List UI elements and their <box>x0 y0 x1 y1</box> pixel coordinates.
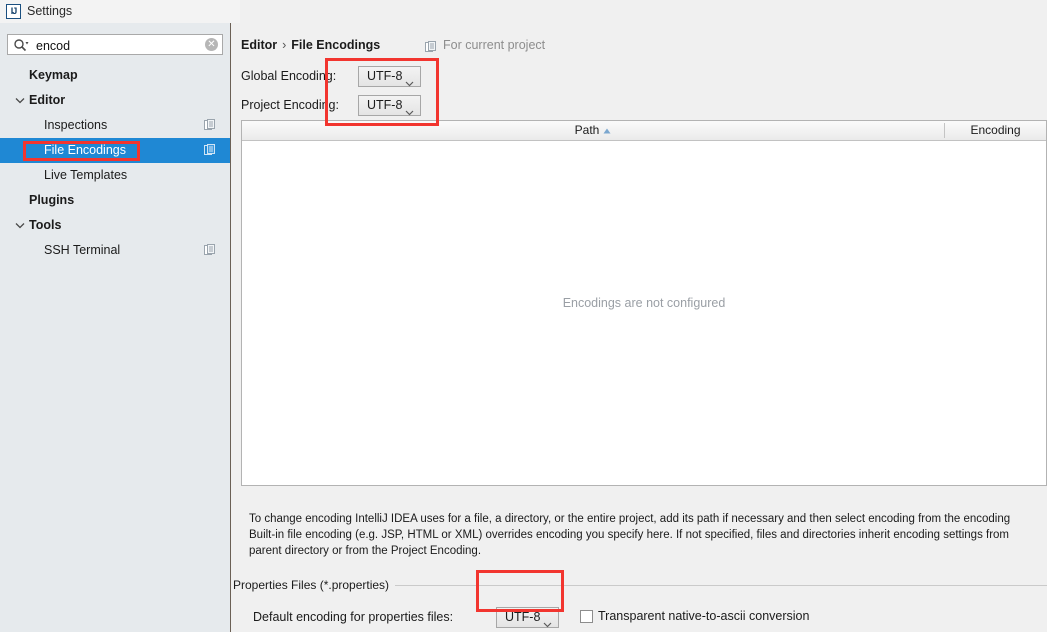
transparent-native-to-ascii-label: Transparent native-to-ascii conversion <box>598 609 810 623</box>
encodings-table[interactable]: Path Encoding Encodings are not configur… <box>241 120 1047 486</box>
settings-tree: Keymap Editor Inspections File Encodings… <box>0 63 230 263</box>
chevron-down-icon <box>543 615 552 628</box>
project-encoding-label: Project Encoding: <box>241 98 339 112</box>
settings-sidebar: ✕ Keymap Editor Inspections <box>0 23 231 632</box>
sidebar-item-label: File Encodings <box>44 143 126 157</box>
project-scope-icon <box>204 144 216 156</box>
transparent-native-to-ascii-checkbox[interactable] <box>580 610 593 623</box>
title-bar: IJ Settings <box>0 0 1047 23</box>
global-encoding-label: Global Encoding: <box>241 69 337 83</box>
search-icon[interactable] <box>13 38 29 52</box>
for-current-project-label: For current project <box>443 38 546 52</box>
sidebar-item-label: Live Templates <box>44 168 128 182</box>
description-line-2: Built-in file encoding (e.g. JSP, HTML o… <box>249 529 1010 541</box>
chevron-down-icon[interactable] <box>15 213 25 238</box>
sidebar-item-label: Tools <box>29 218 62 232</box>
window-title: Settings <box>27 4 73 18</box>
sidebar-item-plugins[interactable]: Plugins <box>0 188 230 213</box>
search-input[interactable] <box>34 35 203 56</box>
project-scope-icon <box>425 41 437 53</box>
properties-encoding-combobox[interactable]: UTF-8 <box>496 607 559 628</box>
settings-dialog-screenshot: response.setContentType("text/html; char… <box>0 0 1047 632</box>
sidebar-item-editor[interactable]: Editor <box>0 88 230 113</box>
sidebar-item-file-encodings[interactable]: File Encodings <box>0 138 230 163</box>
clear-icon[interactable]: ✕ <box>205 38 218 51</box>
breadcrumb-leaf: File Encodings <box>291 38 381 52</box>
sidebar-item-ssh-terminal[interactable]: SSH Terminal <box>0 238 230 263</box>
breadcrumb: Editor › File Encodings <box>241 38 380 52</box>
sidebar-item-live-templates[interactable]: Live Templates <box>0 163 230 188</box>
search-box[interactable]: ✕ <box>7 34 223 56</box>
sidebar-item-label: Editor <box>29 93 66 107</box>
intellij-idea-icon: IJ <box>6 4 21 19</box>
chevron-down-icon <box>405 74 414 87</box>
file-encodings-panel: Editor › File Encodings For current projec… <box>231 23 1047 632</box>
project-encoding-combobox[interactable]: UTF-8 <box>358 95 421 116</box>
sidebar-item-label: SSH Terminal <box>44 243 121 257</box>
chevron-down-icon <box>405 103 414 116</box>
settings-window: IJ Settings ✕ Keymap <box>0 0 1047 632</box>
default-encoding-label: Default encoding for properties files: <box>253 610 454 624</box>
table-empty-message: Encodings are not configured <box>562 296 726 310</box>
project-encoding-value: UTF-8 <box>367 98 403 112</box>
project-scope-icon <box>204 244 216 256</box>
description-line-1: To change encoding IntelliJ IDEA uses fo… <box>249 513 1011 525</box>
sidebar-item-inspections[interactable]: Inspections <box>0 113 230 138</box>
description-text: To change encoding IntelliJ IDEA uses fo… <box>249 511 1047 559</box>
global-encoding-combobox[interactable]: UTF-8 <box>358 66 421 87</box>
breadcrumb-root[interactable]: Editor <box>241 38 277 52</box>
chevron-down-icon[interactable] <box>15 88 25 113</box>
sidebar-item-label: Plugins <box>29 193 75 207</box>
global-encoding-value: UTF-8 <box>367 69 403 83</box>
sidebar-item-label: Inspections <box>44 118 108 132</box>
sidebar-item-label: Keymap <box>29 68 78 82</box>
sidebar-item-keymap[interactable]: Keymap <box>0 63 230 88</box>
description-line-3: parent directory or from the Project Enc… <box>249 545 482 557</box>
properties-encoding-value: UTF-8 <box>505 610 541 624</box>
breadcrumb-separator: › <box>282 38 287 52</box>
properties-group-title: Properties Files (*.properties) <box>233 578 396 592</box>
project-scope-icon <box>204 119 216 131</box>
sidebar-item-tools[interactable]: Tools <box>0 213 230 238</box>
